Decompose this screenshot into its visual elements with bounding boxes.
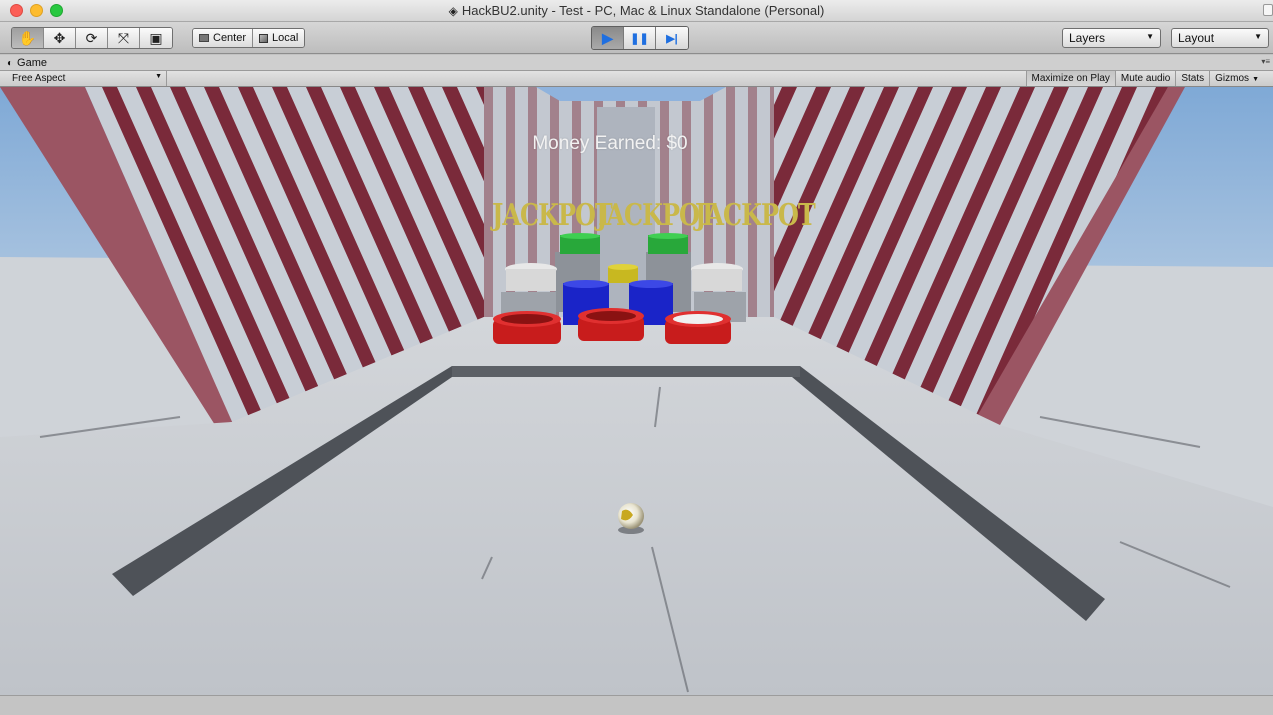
chevron-down-icon: ▼ — [155, 73, 162, 80]
aspect-label: Free Aspect — [12, 73, 66, 84]
layout-dropdown-label: Layout — [1178, 31, 1215, 45]
move-tool-button[interactable]: ✥ — [44, 28, 76, 48]
window-title: ◈ HackBU2.unity - Test - PC, Mac & Linux … — [0, 3, 1273, 18]
layout-dropdown[interactable]: Layout ▼ — [1171, 28, 1269, 48]
pivot-icon — [199, 34, 209, 42]
pivot-controls: Center Local — [192, 28, 306, 48]
stats-label: Stats — [1181, 73, 1205, 84]
pause-icon: ❚❚ — [630, 32, 649, 45]
panel-tab-bar: ◐ Game ▾≡ — [0, 55, 1273, 71]
status-bar — [0, 695, 1273, 715]
step-button[interactable]: ▶| — [656, 27, 688, 49]
mute-audio-label: Mute audio — [1120, 73, 1171, 84]
gizmos-label: Gizmos — [1215, 73, 1250, 84]
maximize-on-play-label: Maximize on Play — [1031, 73, 1110, 84]
title-bar: ◈ HackBU2.unity - Test - PC, Mac & Linux … — [0, 0, 1273, 22]
chevron-down-icon: ▼ — [1252, 76, 1259, 83]
maximize-on-play-toggle[interactable]: Maximize on Play — [1025, 71, 1115, 86]
ceiling-gap — [536, 87, 726, 101]
pause-button[interactable]: ❚❚ — [624, 27, 656, 49]
game-tab-icon: ◐ — [7, 57, 14, 69]
game-view-toolbar: Free Aspect ▼ Maximize on Play Mute audi… — [0, 71, 1273, 87]
cube-icon — [259, 33, 269, 43]
play-button[interactable]: ▶ — [592, 27, 624, 49]
pivot-center-button[interactable]: Center — [193, 29, 254, 47]
pivot-center-label: Center — [213, 32, 247, 44]
rotate-tool-button[interactable]: ⟳ — [76, 28, 108, 48]
pivot-local-button[interactable]: Local — [253, 29, 305, 47]
chevron-down-icon: ▼ — [1146, 32, 1154, 41]
game-scene — [0, 87, 1273, 695]
pivot-local-label: Local — [272, 32, 299, 44]
tab-game-label: Game — [17, 57, 48, 69]
scale-icon: ⤧ — [117, 29, 130, 46]
layers-dropdown[interactable]: Layers ▼ — [1062, 28, 1161, 48]
mute-audio-toggle[interactable]: Mute audio — [1114, 71, 1175, 86]
play-icon: ▶ — [602, 29, 613, 46]
transform-tools: ✋ ✥ ⟳ ⤧ ▣ — [11, 27, 173, 49]
main-toolbar: ✋ ✥ ⟳ ⤧ ▣ Center Local ▶ ❚❚ ▶| Layers ▼ … — [0, 22, 1273, 54]
unity-logo-icon: ◈ — [448, 4, 458, 18]
panel-menu-icon[interactable]: ▾≡ — [1261, 57, 1270, 66]
scale-tool-button[interactable]: ⤧ — [108, 28, 140, 48]
jackpot-sign-left: JACKPOT — [492, 196, 613, 233]
game-view-options: Maximize on Play Mute audio Stats Gizmos… — [1025, 71, 1264, 86]
move-arrows-icon: ✥ — [53, 29, 66, 46]
rotate-icon: ⟳ — [85, 29, 98, 46]
window-title-text: HackBU2.unity - Test - PC, Mac & Linux S… — [461, 3, 825, 18]
hand-icon: ✋ — [18, 29, 37, 46]
money-earned-label: Money Earned: $0 — [532, 133, 688, 154]
gizmos-dropdown[interactable]: Gizmos ▼ — [1209, 71, 1264, 86]
rect-tool-icon: ▣ — [149, 29, 163, 46]
aspect-dropdown[interactable]: Free Aspect ▼ — [6, 71, 167, 86]
chevron-down-icon: ▼ — [1254, 32, 1262, 41]
jackpot-sign-right: JACKPOT — [695, 196, 816, 233]
play-controls: ▶ ❚❚ ▶| — [591, 26, 689, 50]
layers-dropdown-label: Layers — [1069, 31, 1106, 45]
step-icon: ▶| — [666, 32, 678, 45]
stats-toggle[interactable]: Stats — [1175, 71, 1209, 86]
game-viewport[interactable]: JACKPOT JACKPOT JACKPOT Money Earned: $0 — [0, 87, 1273, 695]
hand-tool-button[interactable]: ✋ — [12, 28, 44, 48]
tab-game[interactable]: ◐ Game — [7, 55, 47, 71]
fullscreen-toggle-button[interactable] — [1263, 4, 1273, 16]
rect-tool-button[interactable]: ▣ — [140, 28, 172, 48]
